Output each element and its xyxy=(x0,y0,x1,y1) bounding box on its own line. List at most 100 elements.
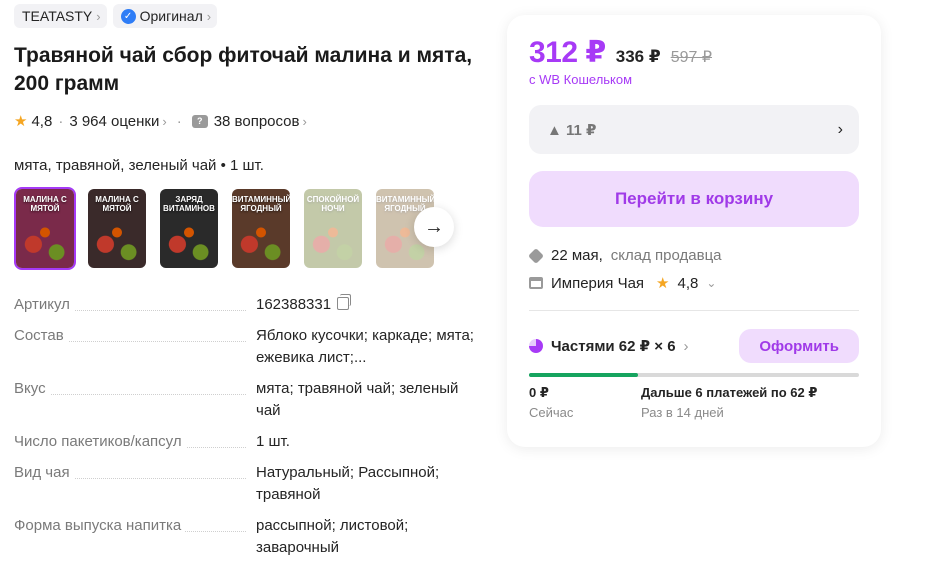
product-thumbnail[interactable]: Витаминный ягодный xyxy=(230,187,292,270)
spec-value: рассыпной; листовой; заварочный xyxy=(256,515,484,559)
spec-row: Состав Яблоко кусочки; каркаде; мята; еже… xyxy=(14,325,484,369)
chevron-right-icon: › xyxy=(683,337,689,355)
spec-value: 1 шт. xyxy=(256,431,484,453)
spec-key: Вкус xyxy=(14,378,256,422)
seller-rating: 4,8 xyxy=(677,274,699,292)
question-bubble-icon: ? xyxy=(191,114,208,128)
chevron-right-icon: › xyxy=(96,8,101,24)
price-without-wallet: 336 ₽ xyxy=(615,47,661,66)
title-line-1: Травяной чай сбор фиточай малина и мята, xyxy=(14,44,473,67)
delivery-date: 22 мая, xyxy=(551,247,603,264)
spec-row: Артикул 162388331 xyxy=(14,294,484,316)
star-icon: ★ xyxy=(656,275,670,292)
payment-later-label: Раз в 14 дней xyxy=(641,405,724,420)
order-installments-button[interactable]: Оформить xyxy=(739,329,859,363)
price-card: 312 ₽ 336 ₽ 597 ₽ с WB Кошельком ▲ 11 ₽ … xyxy=(507,15,881,447)
chevron-down-icon: ⌄ xyxy=(706,276,717,290)
spec-key-label: Вид чая xyxy=(14,462,74,484)
box-icon xyxy=(528,247,544,264)
spec-key-label: Состав xyxy=(14,325,68,347)
chevron-right-icon: › xyxy=(302,113,307,129)
gallery-next-button[interactable]: → xyxy=(414,207,454,247)
spec-key: Число пакетиков/капсул xyxy=(14,431,256,453)
thumbnail-label: Спокойной ночи xyxy=(306,195,360,213)
copy-icon[interactable] xyxy=(337,294,352,310)
chevron-right-icon: › xyxy=(837,120,843,138)
spec-value-text: мята; травяной чай; зеленый чай xyxy=(256,380,459,419)
payment-now: 0 ₽ Сейчас xyxy=(529,385,641,420)
thumbnail-label: Заряд витаминов xyxy=(163,195,215,213)
questions-link[interactable]: 38 вопросов xyxy=(214,113,300,130)
pie-chart-icon xyxy=(529,339,543,353)
spec-value-text: 1 шт. xyxy=(256,433,290,450)
dot-separator: · xyxy=(58,112,64,130)
arrow-right-icon: → xyxy=(424,215,444,238)
spec-value-text: Яблоко кусочки; каркаде; мята; ежевика л… xyxy=(256,327,474,366)
payment-now-amount: 0 ₽ xyxy=(529,385,549,400)
dot-separator: · xyxy=(176,112,182,130)
chevron-right-icon: › xyxy=(162,113,167,129)
price-original: 597 ₽ xyxy=(670,49,713,66)
product-thumbnail[interactable]: Малина с мятой xyxy=(86,187,148,270)
spec-value-text: рассыпной; листовой; заварочный xyxy=(256,517,409,556)
installments-link[interactable]: Частями 62 ₽ × 6 › xyxy=(529,337,689,355)
divider xyxy=(529,310,859,311)
spec-key-label: Число пакетиков/капсул xyxy=(14,431,186,453)
installments-row: Частями 62 ₽ × 6 › Оформить xyxy=(529,329,859,363)
spec-key-label: Артикул xyxy=(14,294,74,316)
spec-value: 162388331 xyxy=(256,294,484,316)
price-current: 312 ₽ xyxy=(529,36,606,69)
original-badge[interactable]: ✓ Оригинал › xyxy=(112,4,218,28)
thumbnail-label: Малина с мятой xyxy=(23,195,67,213)
payment-later-amount: Дальше 6 платежей по 62 ₽ xyxy=(641,385,818,400)
specs-table: Артикул 162388331 Состав Яблоко кусочки; ка… xyxy=(14,294,484,559)
payment-schedule: 0 ₽ Сейчас Дальше 6 платежей по 62 ₽ Раз… xyxy=(529,385,859,420)
spec-row: Вкус мята; травяной чай; зеленый чай xyxy=(14,378,484,422)
spec-row: Вид чая Натуральный; Рассыпной; травяной xyxy=(14,462,484,506)
product-thumbnail[interactable]: Малина с мятой xyxy=(14,187,76,270)
seller-row[interactable]: Империя Чая ★ 4,8 ⌄ xyxy=(529,274,859,292)
spec-key: Артикул xyxy=(14,294,256,316)
spec-value: Яблоко кусочки; каркаде; мята; ежевика л… xyxy=(256,325,484,369)
progress-fill xyxy=(529,373,638,377)
spec-row: Число пакетиков/капсул 1 шт. xyxy=(14,431,484,453)
spec-key-label: Форма выпуска напитка xyxy=(14,515,186,537)
star-icon: ★ xyxy=(14,113,28,130)
wallet-note: с WB Кошельком xyxy=(529,72,633,87)
installments-label: Частями 62 ₽ × 6 xyxy=(551,338,676,355)
payment-later: Дальше 6 платежей по 62 ₽ Раз в 14 дней xyxy=(641,385,817,420)
rating-row: ★ 4,8 · 3 964 оценки › · ? 38 вопросов › xyxy=(14,111,484,131)
delivery-source: склад продавца xyxy=(610,247,722,264)
spec-value: Натуральный; Рассыпной; травяной xyxy=(256,462,484,506)
product-thumbnail[interactable]: Спокойной ночи xyxy=(302,187,364,270)
original-label: Оригинал xyxy=(139,8,203,24)
chevron-right-icon: › xyxy=(206,8,212,24)
seller-name: Империя Чая xyxy=(551,274,645,292)
spec-key-label: Вкус xyxy=(14,378,50,400)
title-line-2: 200 грамм xyxy=(14,72,120,95)
go-to-cart-button[interactable]: Перейти в корзину xyxy=(529,171,859,227)
spec-row: Форма выпуска напитка рассыпной; листовой… xyxy=(14,515,484,559)
price-history-button[interactable]: ▲ 11 ₽ › xyxy=(529,105,859,154)
badges-row: TEATASTY › ✓ Оригинал › xyxy=(14,4,484,28)
spec-value-text: Натуральный; Рассыпной; травяной xyxy=(256,464,440,503)
price-row: 312 ₽ 336 ₽ 597 ₽ xyxy=(529,35,859,70)
thumbnail-gallery: Малина с мятой Малина с мятой Заряд витами… xyxy=(14,187,484,270)
installments-progress xyxy=(529,373,859,377)
thumbnail-label: Малина с мятой xyxy=(95,195,139,213)
shop-icon xyxy=(529,277,543,289)
variant-text: мята, травяной, зеленый чай • 1 шт. xyxy=(14,157,264,174)
spec-value: мята; травяной чай; зеленый чай xyxy=(256,378,484,422)
brand-label: TEATASTY xyxy=(22,8,93,24)
spec-key: Форма выпуска напитка xyxy=(14,515,256,559)
brand-badge[interactable]: TEATASTY › xyxy=(14,4,107,28)
thumbnail-label: Витаминный ягодный xyxy=(232,195,292,213)
product-title: Травяной чай сбор фиточай малина и мята,… xyxy=(14,42,484,98)
delivery-row: 22 мая, склад продавца xyxy=(528,247,859,264)
spec-value-text: 162388331 xyxy=(256,296,332,313)
spec-key: Вид чая xyxy=(14,462,256,506)
payment-now-label: Сейчас xyxy=(529,405,574,420)
product-thumbnail[interactable]: Заряд витаминов xyxy=(158,187,220,270)
reviews-link[interactable]: 3 964 оценки xyxy=(69,113,159,130)
verified-check-icon: ✓ xyxy=(120,8,136,24)
